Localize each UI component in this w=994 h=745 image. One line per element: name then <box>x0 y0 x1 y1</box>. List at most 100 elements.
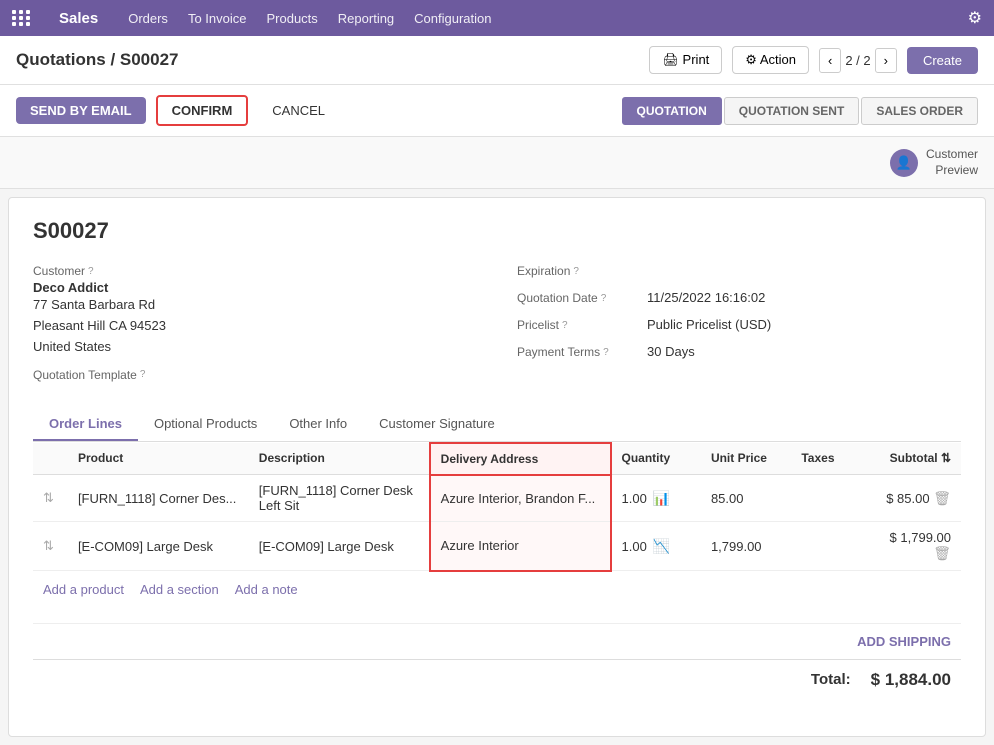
pagination-text: 2 / 2 <box>845 53 870 68</box>
customer-field: Customer? Deco Addict 77 Santa Barbara R… <box>33 264 477 357</box>
add-note-link[interactable]: Add a note <box>235 582 298 597</box>
nav-to-invoice[interactable]: To Invoice <box>188 11 247 26</box>
doc-title: S00027 <box>33 218 961 244</box>
status-tabs: QUOTATION QUOTATION SENT SALES ORDER <box>622 97 978 125</box>
row-delivery-1[interactable]: Azure Interior, Brandon F... <box>430 475 611 522</box>
action-bar: SEND BY EMAIL CONFIRM CANCEL QUOTATION Q… <box>0 85 994 137</box>
payment-terms-label: Payment Terms? <box>517 345 637 359</box>
add-product-link[interactable]: Add a product <box>43 582 124 597</box>
total-value: $ 1,884.00 <box>871 670 951 690</box>
col-sort-header <box>33 443 68 475</box>
customer-avatar-icon: 👤 <box>890 149 918 177</box>
nav-products[interactable]: Products <box>266 11 317 26</box>
breadcrumb: Quotations / S00027 <box>16 50 179 70</box>
expiration-label: Expiration? <box>517 264 637 278</box>
row-tax-1 <box>791 475 859 522</box>
pricelist-value: Public Pricelist (USD) <box>647 317 771 332</box>
row-desc-1: [FURN_1118] Corner DeskLeft Sit <box>249 475 430 522</box>
row-sort-2[interactable]: ⇅ <box>33 522 68 571</box>
nav-brand[interactable]: Sales <box>59 10 98 27</box>
main-content: S00027 Customer? Deco Addict 77 Santa Ba… <box>8 197 986 736</box>
row-product-1[interactable]: [FURN_1118] Corner Des... <box>68 475 249 522</box>
payment-terms-field: Payment Terms? 30 Days <box>517 344 961 361</box>
pricelist-label: Pricelist? <box>517 318 637 332</box>
top-nav: Sales Orders To Invoice Products Reporti… <box>0 0 994 36</box>
tab-other-info[interactable]: Other Info <box>273 408 363 441</box>
row-price-1: 85.00 <box>701 475 791 522</box>
prev-button[interactable]: ‹ <box>819 48 841 73</box>
tab-quotation[interactable]: QUOTATION <box>622 97 722 125</box>
customer-name: Deco Addict <box>33 280 477 295</box>
tab-quotation-sent[interactable]: QUOTATION SENT <box>724 97 860 125</box>
col-desc-header: Description <box>249 443 430 475</box>
customer-preview-button[interactable]: 👤 CustomerPreview <box>890 147 978 178</box>
tab-sales-order[interactable]: SALES ORDER <box>861 97 978 125</box>
create-button[interactable]: Create <box>907 47 978 74</box>
delete-icon-2[interactable]: 🗑 <box>933 545 951 561</box>
nav-reporting[interactable]: Reporting <box>338 11 394 26</box>
form-fields: Customer? Deco Addict 77 Santa Barbara R… <box>33 264 961 391</box>
row-subtotal-2: $ 1,799.00 🗑 <box>859 522 961 571</box>
tab-optional-products[interactable]: Optional Products <box>138 408 273 441</box>
confirm-button[interactable]: CONFIRM <box>156 95 249 126</box>
total-row: Total: $ 1,884.00 <box>33 659 961 700</box>
breadcrumb-bar: Quotations / S00027 🖨 Print ⚙ Action ‹ 2… <box>0 36 994 85</box>
col-qty-header: Quantity <box>611 443 701 475</box>
row-desc-2: [E-COM09] Large Desk <box>249 522 430 571</box>
template-label: Quotation Template? <box>33 368 477 382</box>
col-tax-header: Taxes <box>791 443 859 475</box>
subtotal-section: ADD SHIPPING Total: $ 1,884.00 <box>33 607 961 716</box>
action-button-label: ⚙ Action <box>745 52 796 68</box>
nav-configuration[interactable]: Configuration <box>414 11 491 26</box>
payment-terms-value: 30 Days <box>647 344 695 359</box>
expiration-field: Expiration? <box>517 264 961 280</box>
pagination: ‹ 2 / 2 › <box>819 48 897 73</box>
settings-icon[interactable]: ⚙ <box>968 8 982 28</box>
row-qty-2: 1.00 📉 <box>611 522 701 571</box>
col-price-header: Unit Price <box>701 443 791 475</box>
tab-customer-signature[interactable]: Customer Signature <box>363 408 511 441</box>
chart-icon-1[interactable]: 📊 <box>653 490 670 507</box>
customer-address: 77 Santa Barbara RdPleasant Hill CA 9452… <box>33 295 477 357</box>
customer-label: Customer? <box>33 264 477 278</box>
row-product-2[interactable]: [E-COM09] Large Desk <box>68 522 249 571</box>
nav-orders[interactable]: Orders <box>128 11 168 26</box>
quotation-date-label: Quotation Date? <box>517 291 637 305</box>
delete-icon-1[interactable]: 🗑 <box>933 490 951 506</box>
add-links: Add a product Add a section Add a note <box>33 572 961 607</box>
print-button[interactable]: 🖨 Print <box>649 46 722 74</box>
pricelist-field: Pricelist? Public Pricelist (USD) <box>517 317 961 334</box>
row-delivery-2[interactable]: Azure Interior <box>430 522 611 571</box>
action-bar-left: SEND BY EMAIL CONFIRM CANCEL <box>16 95 339 126</box>
qty-value-1: 1.00 <box>622 491 647 506</box>
row-sort-1[interactable]: ⇅ <box>33 475 68 522</box>
total-label: Total: <box>811 671 851 688</box>
next-button[interactable]: › <box>875 48 897 73</box>
table-row: ⇅ [FURN_1118] Corner Des... [FURN_1118] … <box>33 475 961 522</box>
add-shipping-button[interactable]: ADD SHIPPING <box>33 623 961 659</box>
col-delivery-header: Delivery Address <box>430 443 611 475</box>
row-qty-1: 1.00 📊 <box>611 475 701 522</box>
tab-order-lines[interactable]: Order Lines <box>33 408 138 441</box>
send-by-email-button[interactable]: SEND BY EMAIL <box>16 97 146 124</box>
customer-preview-bar: 👤 CustomerPreview <box>0 137 994 189</box>
form-left: Customer? Deco Addict 77 Santa Barbara R… <box>33 264 477 391</box>
app-grid-icon[interactable] <box>12 10 31 26</box>
customer-preview-label: CustomerPreview <box>926 147 978 178</box>
row-tax-2 <box>791 522 859 571</box>
add-section-link[interactable]: Add a section <box>140 582 219 597</box>
col-product-header: Product <box>68 443 249 475</box>
cancel-button[interactable]: CANCEL <box>258 97 339 124</box>
tabs: Order Lines Optional Products Other Info… <box>33 408 961 441</box>
template-field: Quotation Template? <box>33 368 477 382</box>
row-subtotal-1: $ 85.00 🗑 <box>859 475 961 522</box>
form-right: Expiration? Quotation Date? 11/25/2022 1… <box>517 264 961 391</box>
chart-icon-2[interactable]: 📉 <box>653 538 670 555</box>
table-row: ⇅ [E-COM09] Large Desk [E-COM09] Large D… <box>33 522 961 571</box>
order-lines-table: Product Description Delivery Address Qua… <box>33 442 961 607</box>
qty-value-2: 1.00 <box>622 539 647 554</box>
quotation-date-value: 11/25/2022 16:16:02 <box>647 290 765 305</box>
action-button[interactable]: ⚙ Action <box>732 46 809 74</box>
col-subtotal-header: Subtotal ⇅ <box>859 443 961 475</box>
tabs-container: Order Lines Optional Products Other Info… <box>33 408 961 442</box>
